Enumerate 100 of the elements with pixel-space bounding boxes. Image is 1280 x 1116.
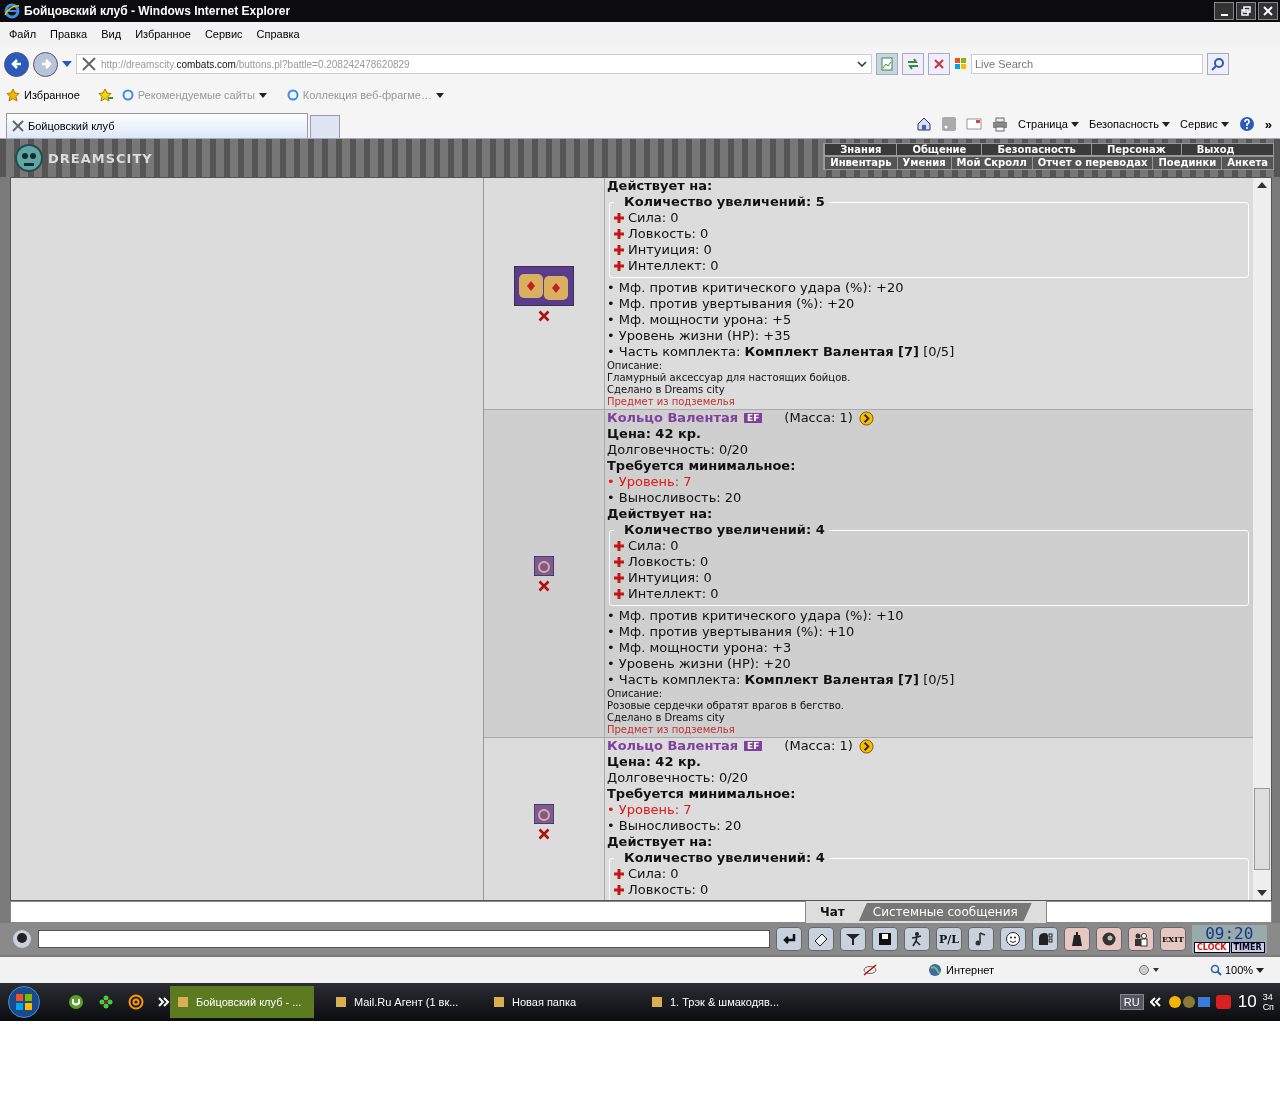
minimize-button[interactable] (1214, 2, 1234, 20)
up-arrow-icon[interactable] (1257, 182, 1267, 188)
search-button[interactable] (1207, 53, 1229, 75)
plus-icon[interactable] (614, 261, 624, 271)
stat-text: Сила: 0 (628, 538, 679, 554)
plus-icon[interactable] (614, 885, 624, 895)
delete-icon[interactable] (538, 579, 550, 592)
command-menu[interactable]: Сервис (1180, 118, 1229, 130)
close-button[interactable] (1258, 2, 1278, 20)
chevron-left-double-icon[interactable] (1149, 997, 1162, 1007)
chevron-double-icon[interactable] (158, 997, 170, 1007)
restore-button[interactable] (1236, 2, 1256, 20)
ring-picture (534, 555, 554, 576)
stop-button[interactable] (928, 53, 950, 75)
zoom-level[interactable]: 100% (1210, 964, 1265, 976)
nav-link[interactable]: Выход (1180, 144, 1250, 155)
head-silhouette-icon[interactable] (12, 929, 32, 949)
delete-icon[interactable] (538, 827, 550, 840)
stat-text: Интеллект: 0 (628, 258, 719, 274)
flower-icon[interactable] (98, 994, 114, 1010)
item-name-link[interactable]: Кольцо Валентая (607, 738, 739, 754)
toolbar-button[interactable] (1096, 927, 1122, 951)
menu-item[interactable]: Сервис (197, 28, 250, 40)
down-arrow-icon[interactable] (1257, 890, 1267, 896)
label-button[interactable]: P/L (936, 927, 962, 951)
favorites-button[interactable]: Избранное (6, 88, 80, 102)
caret-icon[interactable] (62, 61, 72, 67)
toolbar-button[interactable] (904, 927, 930, 951)
bonus-text: • Мф. против критического удара (%): +20 (607, 280, 905, 296)
tray-icons-drawing[interactable] (1167, 994, 1232, 1010)
magnifier-icon (1210, 964, 1222, 976)
command-menu[interactable]: Безопасность (1088, 118, 1171, 130)
more-chevron[interactable]: » (1264, 116, 1272, 132)
plus-icon[interactable] (614, 589, 624, 599)
stat-text: Сила: 0 (628, 866, 679, 882)
start-button[interactable] (8, 986, 40, 1018)
toolbar-button[interactable] (1128, 927, 1154, 951)
nav-link[interactable]: Инвентарь (824, 157, 897, 169)
browser-tab[interactable]: Бойцовский клуб (6, 113, 308, 138)
toolbar-button[interactable] (1064, 927, 1090, 951)
plus-icon[interactable] (614, 229, 624, 239)
taskbar-button[interactable]: Новая папка (486, 986, 630, 1018)
refresh-button[interactable] (902, 53, 924, 75)
language-indicator[interactable]: RU (1119, 994, 1144, 1010)
taskbar-button[interactable]: Бойцовский клуб - ... (170, 986, 314, 1018)
at-sign-icon[interactable] (128, 994, 144, 1010)
delete-icon[interactable] (538, 309, 550, 322)
plus-icon[interactable] (614, 573, 624, 583)
plus-icon[interactable] (614, 869, 624, 879)
toolbar-button[interactable] (1000, 927, 1026, 951)
nav-link[interactable]: Отчет о переводах (1031, 157, 1153, 169)
add-favorite-icon[interactable] (97, 88, 114, 102)
nav-link[interactable]: Общение (896, 144, 982, 155)
nav-link[interactable]: Знания (824, 144, 897, 155)
effects-title: Действует на: (607, 178, 714, 194)
home-icon[interactable] (916, 116, 933, 132)
plus-icon[interactable] (614, 213, 624, 223)
forward-button[interactable] (33, 51, 58, 77)
scrollbar[interactable] (1253, 178, 1271, 900)
search-field[interactable]: Live Search (971, 54, 1203, 74)
toolbar-button[interactable] (840, 927, 866, 951)
plus-icon[interactable] (614, 541, 624, 551)
compatibility-button[interactable] (876, 53, 898, 75)
scroll-thumb[interactable] (1254, 788, 1270, 870)
label-button[interactable]: EXIT (1160, 927, 1186, 951)
menu-item[interactable]: Правка (43, 28, 95, 40)
address-field[interactable]: http://dreamscity.combats.com/buttons.pl?battle=0.208242478620829 (76, 54, 872, 74)
printer-icon[interactable] (992, 116, 1009, 132)
menu-item[interactable]: Справка (249, 28, 307, 40)
menu-item[interactable]: Вид (94, 28, 129, 40)
clock-tab[interactable]: CLOCK (1194, 942, 1230, 953)
taskbar-button[interactable]: Mail.Ru Агент (1 вк... (328, 986, 472, 1018)
timer-tab[interactable]: TIMER (1230, 942, 1265, 953)
toolbar-button[interactable] (776, 927, 802, 951)
clock-minutes: 34 (1262, 992, 1274, 1002)
nav-link[interactable]: Персонаж (1090, 144, 1181, 155)
plus-icon[interactable] (614, 557, 624, 567)
torrent-icon[interactable] (68, 994, 84, 1010)
chevron-down-icon[interactable] (857, 61, 867, 67)
mail-icon[interactable] (966, 118, 983, 130)
chat-tab[interactable]: Системные сообщения (858, 903, 1032, 921)
nav-link[interactable]: Безопасность (981, 144, 1091, 155)
nav-link[interactable]: Мой Скролл (950, 157, 1032, 169)
toolbar-button[interactable] (968, 927, 994, 951)
chat-input-field[interactable] (38, 930, 770, 948)
toolbar-button[interactable] (1032, 927, 1058, 951)
menu-item[interactable]: Избранное (128, 28, 198, 40)
menu-item[interactable]: Файл (2, 28, 44, 40)
item-name-link[interactable]: Кольцо Валентая (607, 410, 739, 426)
toolbar-button[interactable] (872, 927, 898, 951)
taskbar-button[interactable]: 1. Трэк & шмакодяв... (644, 986, 788, 1018)
command-menu[interactable]: Страница (1018, 118, 1079, 130)
toolbar-button[interactable] (808, 927, 834, 951)
browser-logo-icon (4, 3, 20, 19)
help-icon[interactable] (1238, 116, 1255, 132)
plus-icon[interactable] (614, 245, 624, 255)
nav-link[interactable]: Умения (896, 157, 951, 169)
nav-link[interactable]: Анкета (1221, 157, 1273, 169)
back-button[interactable] (4, 51, 29, 77)
nav-link[interactable]: Поединки (1152, 157, 1222, 169)
